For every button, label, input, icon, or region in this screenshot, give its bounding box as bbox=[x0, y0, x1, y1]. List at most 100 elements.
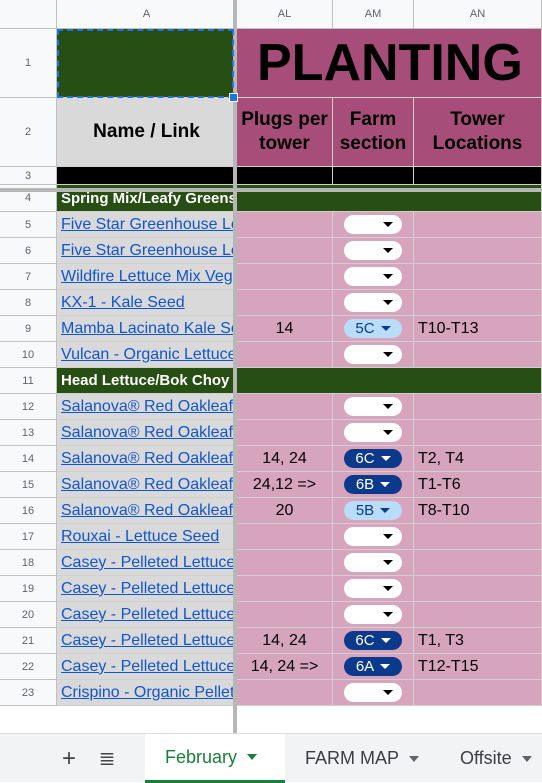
tower-locations-cell[interactable] bbox=[414, 524, 542, 550]
farm-section-dropdown[interactable] bbox=[344, 345, 402, 364]
plugs-per-tower-cell[interactable] bbox=[237, 576, 333, 602]
row-header[interactable]: 10 bbox=[0, 342, 57, 368]
plant-name-link[interactable]: Rouxai - Lettuce Seed bbox=[57, 524, 237, 550]
farm-section-cell[interactable] bbox=[333, 680, 414, 706]
column-header-a[interactable]: A bbox=[57, 0, 237, 29]
tower-locations-cell[interactable] bbox=[414, 212, 542, 238]
plugs-per-tower-cell[interactable]: 20 bbox=[237, 498, 333, 524]
select-all-corner[interactable] bbox=[0, 0, 57, 29]
column-header-al[interactable]: AL bbox=[237, 0, 333, 29]
farm-section-dropdown[interactable] bbox=[344, 397, 402, 416]
farm-section-cell[interactable] bbox=[333, 238, 414, 264]
farm-section-dropdown[interactable]: 6A bbox=[344, 657, 402, 676]
plant-name-link[interactable]: Casey - Pelleted Lettuce Seed bbox=[57, 576, 237, 602]
row-header[interactable]: 19 bbox=[0, 576, 57, 602]
row-header[interactable]: 21 bbox=[0, 628, 57, 654]
farm-section-cell[interactable] bbox=[333, 576, 414, 602]
tower-locations-cell[interactable] bbox=[414, 680, 542, 706]
farm-section-dropdown[interactable] bbox=[344, 527, 402, 546]
row-header[interactable]: 23 bbox=[0, 680, 57, 706]
farm-section-dropdown[interactable] bbox=[344, 215, 402, 234]
plant-name-link[interactable]: Salanova® Red Oakleaf Lettuce bbox=[57, 420, 237, 446]
row-header[interactable]: 22 bbox=[0, 654, 57, 680]
column-header-an[interactable]: AN bbox=[414, 0, 542, 29]
farm-section-dropdown[interactable] bbox=[344, 267, 402, 286]
column-header-am[interactable]: AM bbox=[333, 0, 414, 29]
plugs-per-tower-cell[interactable] bbox=[237, 342, 333, 368]
farm-section-dropdown[interactable] bbox=[344, 683, 402, 702]
farm-section-cell[interactable] bbox=[333, 602, 414, 628]
tower-locations-cell[interactable] bbox=[414, 264, 542, 290]
farm-section-cell[interactable]: 5C bbox=[333, 316, 414, 342]
tower-locations-cell[interactable] bbox=[414, 238, 542, 264]
farm-section-cell[interactable] bbox=[333, 524, 414, 550]
row-header[interactable]: 3 bbox=[0, 167, 57, 185]
row-header[interactable]: 7 bbox=[0, 264, 57, 290]
tab-farm-map[interactable]: FARM MAP bbox=[285, 734, 435, 783]
tower-locations-cell[interactable]: T1-T6 bbox=[414, 472, 542, 498]
row-header[interactable]: 15 bbox=[0, 472, 57, 498]
plugs-per-tower-cell[interactable]: 14, 24 bbox=[237, 446, 333, 472]
row-header[interactable]: 13 bbox=[0, 420, 57, 446]
all-sheets-button[interactable]: ≣ bbox=[90, 734, 124, 783]
farm-section-cell[interactable]: 6C bbox=[333, 628, 414, 654]
chevron-down-icon[interactable] bbox=[247, 754, 258, 760]
frozen-row-divider[interactable] bbox=[0, 188, 542, 192]
farm-section-cell[interactable]: 6A bbox=[333, 654, 414, 680]
row-header[interactable]: 11 bbox=[0, 368, 57, 394]
plugs-per-tower-cell[interactable]: 24,12 => bbox=[237, 472, 333, 498]
farm-section-cell[interactable]: 6B bbox=[333, 472, 414, 498]
farm-section-dropdown[interactable] bbox=[344, 605, 402, 624]
plugs-per-tower-cell[interactable] bbox=[237, 550, 333, 576]
row-header[interactable]: 20 bbox=[0, 602, 57, 628]
tower-locations-cell[interactable]: T2, T4 bbox=[414, 446, 542, 472]
plugs-per-tower-cell[interactable]: 14 bbox=[237, 316, 333, 342]
farm-section-dropdown[interactable]: 5B bbox=[344, 501, 402, 520]
chevron-down-icon[interactable] bbox=[409, 755, 420, 762]
plugs-per-tower-cell[interactable]: 14, 24 bbox=[237, 628, 333, 654]
plant-name-link[interactable]: Salanova® Red Oakleaf Lettuce bbox=[57, 498, 237, 524]
tower-locations-cell[interactable]: T10-T13 bbox=[414, 316, 542, 342]
frozen-column-divider[interactable] bbox=[233, 0, 237, 733]
row-header[interactable]: 12 bbox=[0, 394, 57, 420]
tower-locations-cell[interactable] bbox=[414, 420, 542, 446]
plant-name-link[interactable]: Casey - Pelleted Lettuce Seed bbox=[57, 654, 237, 680]
plant-name-link[interactable]: Casey - Pelleted Lettuce Seed bbox=[57, 550, 237, 576]
row-header[interactable]: 14 bbox=[0, 446, 57, 472]
spreadsheet-grid[interactable]: A AL AM AN 1 PLANTING 2 Name / Link Plugs per to… bbox=[0, 0, 542, 733]
plant-name-link[interactable]: Casey - Pelleted Lettuce Seed bbox=[57, 602, 237, 628]
farm-section-cell[interactable] bbox=[333, 394, 414, 420]
plant-name-link[interactable]: Five Star Greenhouse Lettuce Mix bbox=[57, 212, 237, 238]
tab-february[interactable]: February bbox=[145, 734, 285, 783]
tower-locations-cell[interactable] bbox=[414, 576, 542, 602]
plugs-per-tower-cell[interactable]: 14, 24 => bbox=[237, 654, 333, 680]
plugs-per-tower-cell[interactable] bbox=[237, 394, 333, 420]
farm-section-dropdown[interactable] bbox=[344, 553, 402, 572]
farm-section-cell[interactable] bbox=[333, 290, 414, 316]
tower-locations-cell[interactable]: T8-T10 bbox=[414, 498, 542, 524]
plugs-per-tower-cell[interactable] bbox=[237, 680, 333, 706]
plant-name-link[interactable]: Crispino - Organic Pelleted Lettuce Seed bbox=[57, 680, 237, 706]
farm-section-cell[interactable]: 6C bbox=[333, 446, 414, 472]
farm-section-dropdown[interactable]: 6C bbox=[344, 449, 402, 468]
farm-section-dropdown[interactable]: 5C bbox=[344, 319, 402, 338]
add-sheet-button[interactable]: + bbox=[52, 734, 86, 783]
farm-section-cell[interactable] bbox=[333, 550, 414, 576]
tab-offsite[interactable]: Offsite bbox=[440, 734, 542, 783]
plugs-per-tower-cell[interactable] bbox=[237, 420, 333, 446]
farm-section-dropdown[interactable] bbox=[344, 579, 402, 598]
row-header[interactable]: 18 bbox=[0, 550, 57, 576]
farm-section-dropdown[interactable] bbox=[344, 423, 402, 442]
tower-locations-cell[interactable] bbox=[414, 394, 542, 420]
row-header[interactable]: 6 bbox=[0, 238, 57, 264]
farm-section-cell[interactable] bbox=[333, 264, 414, 290]
farm-section-dropdown[interactable] bbox=[344, 241, 402, 260]
farm-section-dropdown[interactable]: 6C bbox=[344, 631, 402, 650]
farm-section-cell[interactable]: 5B bbox=[333, 498, 414, 524]
plant-name-link[interactable]: Five Star Greenhouse Lettuce Mix bbox=[57, 238, 237, 264]
row-header[interactable]: 9 bbox=[0, 316, 57, 342]
plant-name-link[interactable]: Mamba Lacinato Kale Seed bbox=[57, 316, 237, 342]
plant-name-link[interactable]: KX-1 - Kale Seed bbox=[57, 290, 237, 316]
farm-section-cell[interactable] bbox=[333, 342, 414, 368]
row-header[interactable]: 8 bbox=[0, 290, 57, 316]
